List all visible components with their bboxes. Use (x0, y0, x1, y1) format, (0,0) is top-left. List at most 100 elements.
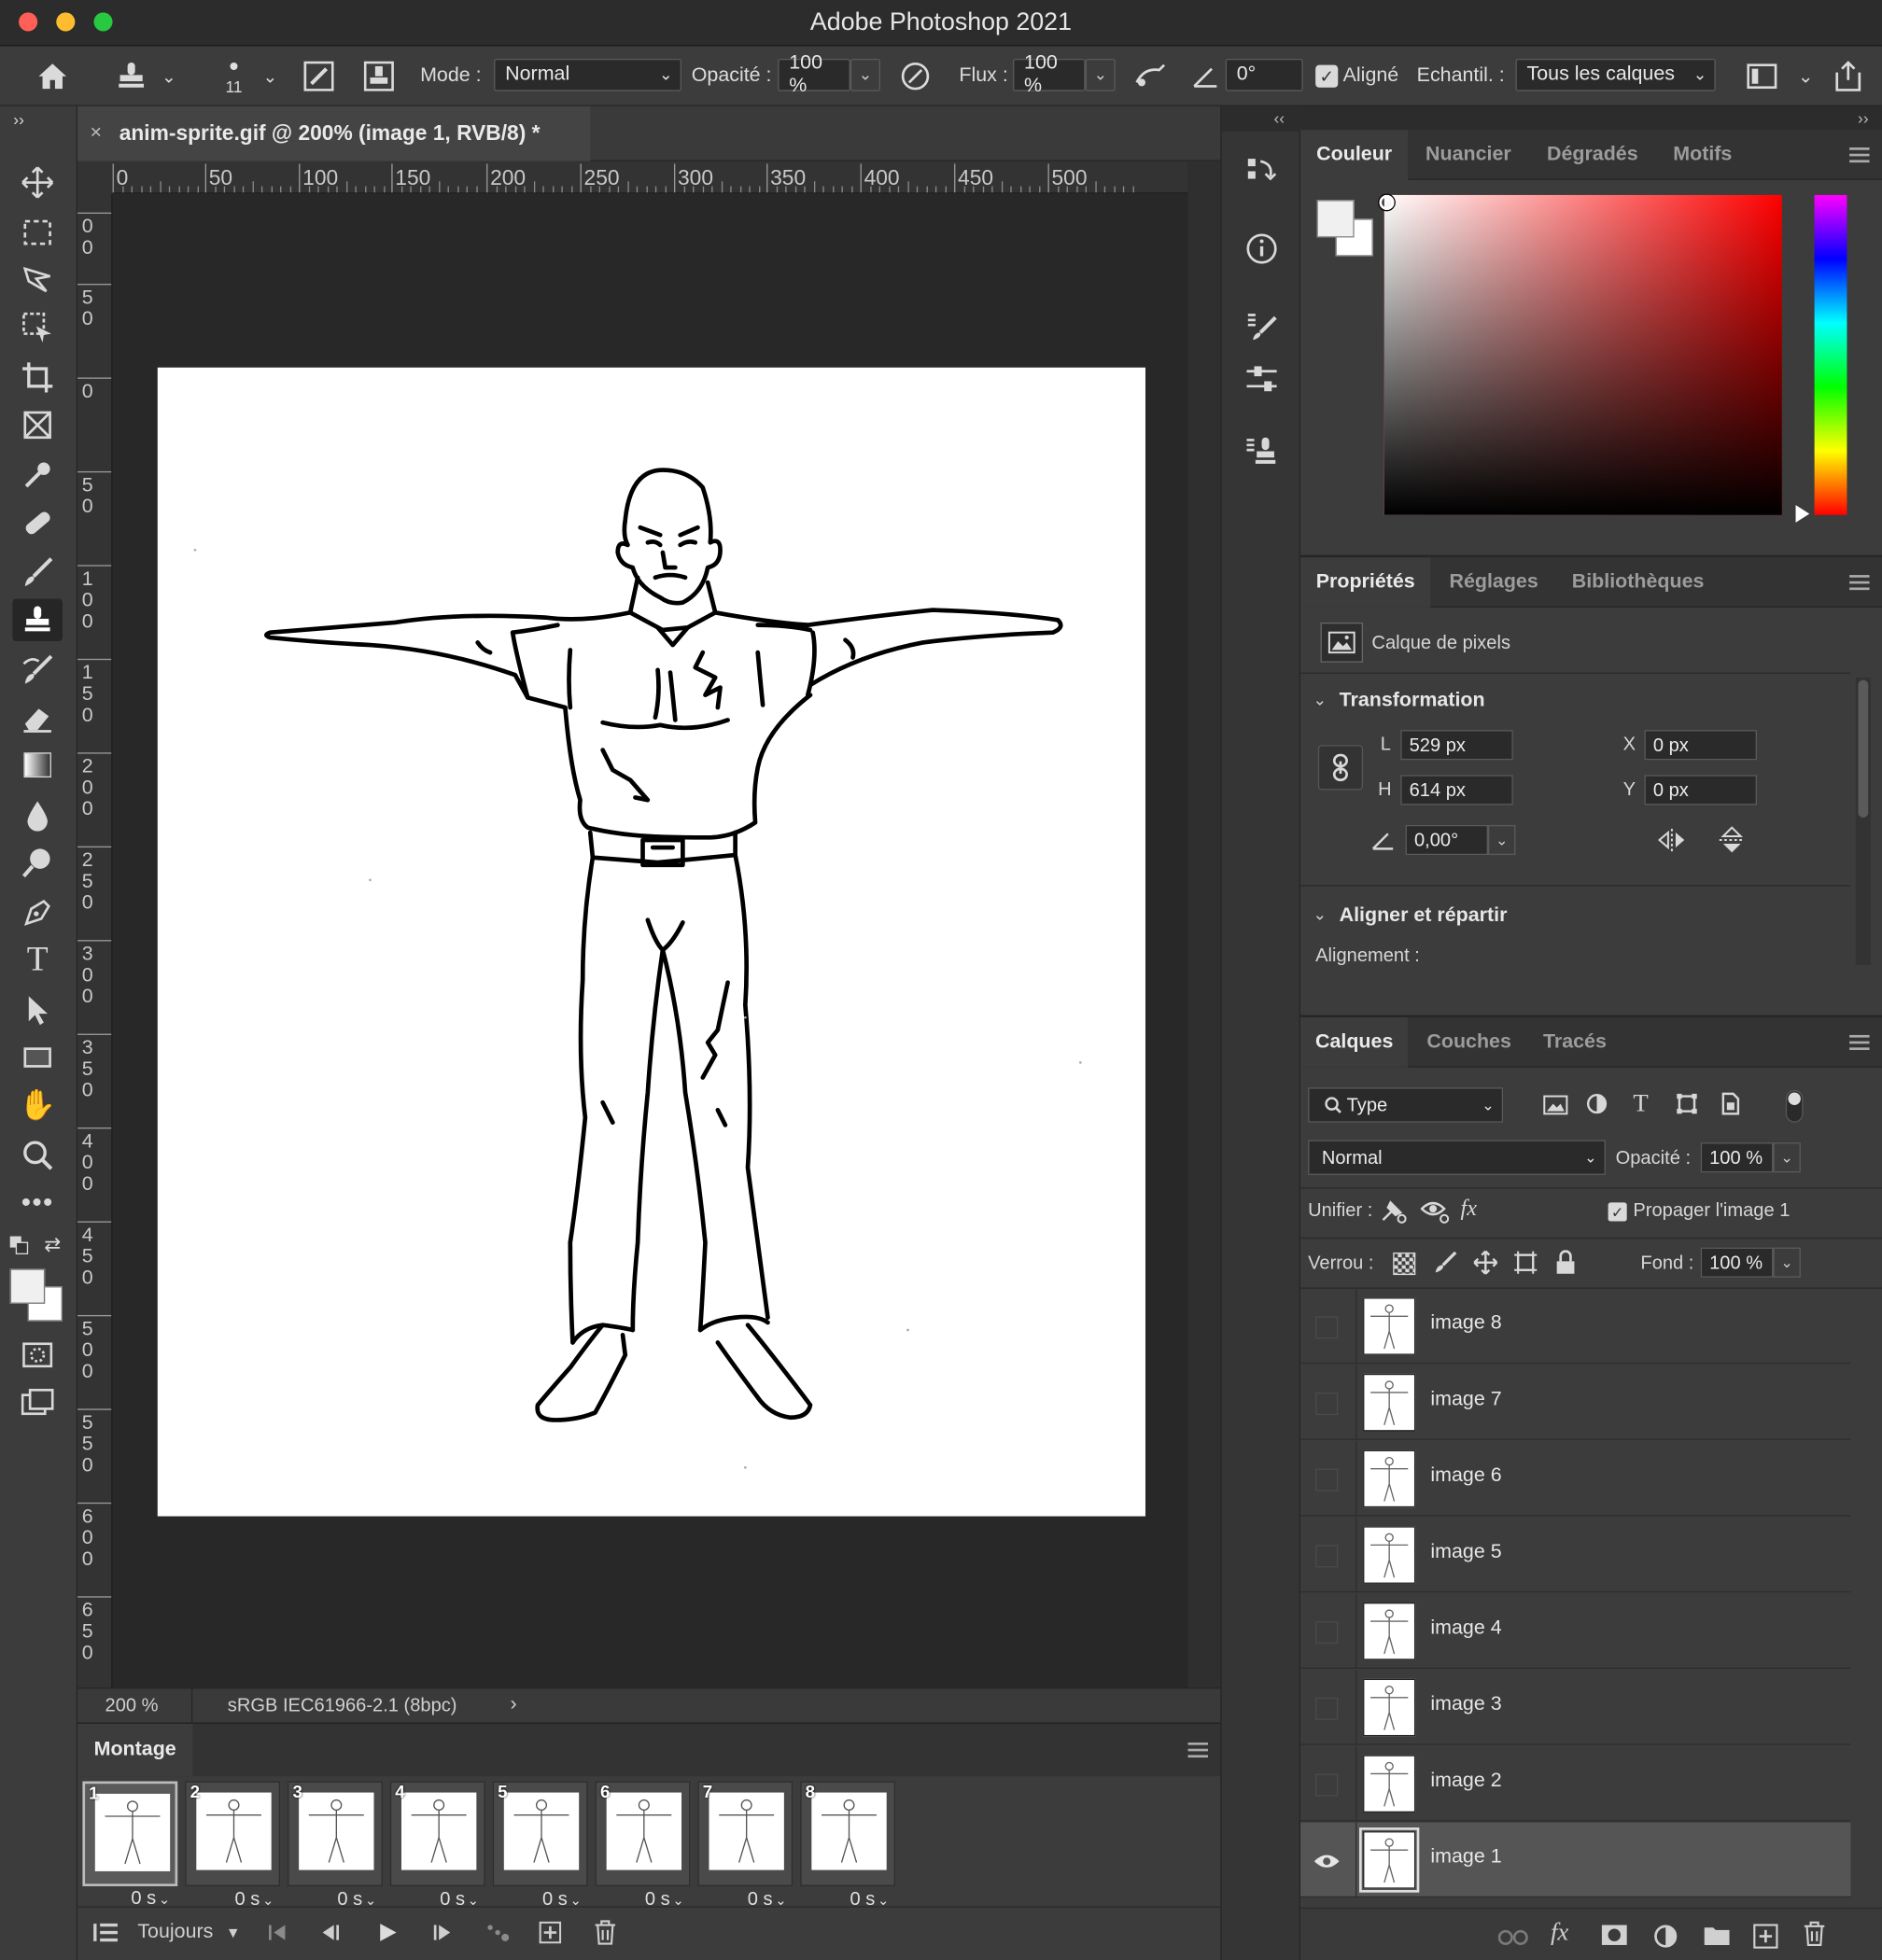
object-selection-tool-icon[interactable] (12, 306, 63, 349)
animation-frame[interactable]: 5 0 s ⌄ (492, 1781, 588, 1910)
add-mask-icon[interactable] (1601, 1924, 1628, 1949)
delete-frame-icon[interactable] (590, 1913, 620, 1951)
gradient-tool-icon[interactable] (12, 744, 63, 787)
info-icon[interactable] (1237, 224, 1287, 274)
x-field[interactable]: 0 px (1644, 730, 1757, 761)
filter-toggle[interactable] (1785, 1089, 1804, 1123)
vertical-scrollbar[interactable] (1187, 161, 1221, 1688)
layer-opacity-field[interactable]: 100 % (1700, 1142, 1774, 1173)
unify-visibility-icon[interactable] (1420, 1197, 1451, 1225)
brush-size-picker[interactable]: 11 (215, 54, 252, 105)
tab-proprietes[interactable]: Propriétés (1300, 557, 1431, 608)
layer-opacity-dropdown[interactable]: ⌄ (1773, 1142, 1801, 1173)
layer-row[interactable]: image 3 (1300, 1670, 1851, 1745)
visibility-toggle[interactable] (1315, 1545, 1339, 1568)
type-tool-icon[interactable]: T (12, 939, 63, 982)
zoom-tool-icon[interactable] (12, 1134, 63, 1177)
visibility-toggle[interactable] (1315, 1697, 1339, 1720)
lock-position-icon[interactable] (1473, 1250, 1498, 1277)
lock-image-icon[interactable] (1433, 1250, 1458, 1277)
layer-row[interactable]: image 1 (1300, 1822, 1851, 1898)
y-field[interactable]: 0 px (1644, 775, 1757, 805)
color-picker-marker[interactable] (1379, 194, 1395, 211)
brush-tool-icon[interactable] (12, 552, 63, 595)
animation-frame[interactable]: 3 0 s ⌄ (288, 1781, 383, 1910)
new-layer-icon[interactable] (1753, 1924, 1780, 1949)
opacity-field[interactable]: 100 % (778, 52, 850, 96)
angle-field[interactable]: 0,00° (1405, 824, 1489, 856)
chevron-down-icon[interactable]: ⌄ (258, 63, 283, 89)
move-tool-icon[interactable] (12, 161, 63, 204)
animation-frame[interactable]: 7 0 s ⌄ (697, 1781, 794, 1910)
hue-slider-handle[interactable] (1795, 505, 1810, 523)
tab-traces[interactable]: Tracés (1543, 1017, 1607, 1068)
new-group-icon[interactable] (1703, 1924, 1730, 1949)
tab-motifs[interactable]: Motifs (1673, 130, 1732, 180)
visibility-toggle[interactable] (1315, 1621, 1339, 1645)
marquee-tool-icon[interactable] (12, 211, 63, 254)
hand-tool-icon[interactable]: ✋ (12, 1084, 63, 1127)
document-canvas[interactable] (157, 367, 1145, 1517)
swap-colors-icon[interactable]: ⇄ (40, 1234, 65, 1256)
tab-nuancier[interactable]: Nuancier (1426, 130, 1511, 180)
path-selection-tool-icon[interactable] (12, 988, 63, 1031)
document-tab[interactable]: × anim-sprite.gif @ 200% (image 1, RVB/8… (77, 105, 591, 161)
eyedropper-tool-icon[interactable] (12, 454, 63, 497)
sample-select[interactable]: Tous les calques ⌄ (1515, 58, 1716, 91)
chevron-down-icon[interactable]: ⌄ (1313, 690, 1327, 709)
properties-scrollbar[interactable] (1855, 677, 1871, 965)
clone-stamp-icon[interactable] (113, 56, 150, 96)
align-section-title[interactable]: Aligner et répartir (1340, 905, 1508, 928)
dodge-tool-icon[interactable] (12, 841, 63, 884)
share-icon[interactable] (1831, 59, 1866, 94)
filter-shape-icon[interactable] (1676, 1093, 1703, 1118)
panel-menu-icon[interactable] (1187, 1742, 1208, 1758)
tween-icon[interactable] (483, 1913, 513, 1951)
ignore-adjustment-icon[interactable] (1746, 62, 1778, 91)
lock-all-icon[interactable] (1555, 1250, 1578, 1277)
history-icon[interactable] (1237, 147, 1287, 197)
home-icon[interactable] (33, 56, 73, 96)
filter-type-icon[interactable]: T (1633, 1090, 1658, 1117)
pressure-opacity-icon[interactable] (895, 59, 935, 94)
height-field[interactable]: 614 px (1400, 775, 1513, 805)
chevron-down-icon[interactable]: ⌄ (1791, 62, 1820, 91)
rectangle-tool-icon[interactable] (12, 1036, 63, 1079)
visibility-toggle[interactable] (1315, 1468, 1339, 1491)
fill-field[interactable]: 100 % (1700, 1247, 1774, 1278)
screen-mode-icon[interactable] (12, 1381, 63, 1424)
propagate-checkbox[interactable]: ✓ (1608, 1202, 1627, 1222)
width-field[interactable]: 529 px (1400, 730, 1513, 761)
hue-slider[interactable] (1814, 194, 1847, 515)
flip-vertical-icon[interactable] (1718, 825, 1745, 855)
expand-icon[interactable]: ›› (7, 109, 30, 129)
loop-select[interactable]: Toujours ▼ (137, 1913, 250, 1951)
animation-frame[interactable]: 1 0 s ⌄ (82, 1781, 178, 1909)
layer-row[interactable]: image 2 (1300, 1746, 1851, 1822)
close-tab-icon[interactable]: × (90, 122, 102, 145)
expand-panels-icon[interactable]: ›› (1850, 106, 1875, 129)
panel-menu-icon[interactable] (1849, 147, 1870, 163)
collapse-dock-icon[interactable]: ‹‹ (1267, 106, 1292, 129)
layer-row[interactable]: image 7 (1300, 1365, 1851, 1440)
visibility-toggle[interactable] (1315, 1392, 1339, 1416)
zoom-level[interactable]: 200 % (105, 1695, 159, 1716)
layer-row[interactable]: image 5 (1300, 1517, 1851, 1593)
convert-timeline-icon[interactable] (90, 1913, 122, 1951)
flow-field[interactable]: 100 % (1012, 52, 1086, 96)
tab-calques[interactable]: Calques (1300, 1017, 1409, 1068)
unify-style-icon[interactable]: fx (1461, 1195, 1494, 1225)
healing-brush-tool-icon[interactable] (12, 501, 63, 544)
visibility-toggle[interactable] (1315, 1316, 1339, 1339)
unify-position-icon[interactable] (1378, 1197, 1408, 1225)
timeline-tab[interactable]: Montage (77, 1723, 193, 1777)
angle-field[interactable]: 0° (1225, 58, 1303, 91)
previous-frame-icon[interactable] (316, 1913, 345, 1951)
pen-tool-icon[interactable] (12, 891, 63, 934)
delete-layer-icon[interactable] (1804, 1921, 1831, 1949)
flip-horizontal-icon[interactable] (1655, 828, 1688, 853)
tab-reglages[interactable]: Réglages (1449, 557, 1538, 608)
blend-mode-select[interactable]: Normal ⌄ (1308, 1140, 1606, 1175)
link-dimensions-icon[interactable] (1317, 745, 1364, 791)
blur-tool-icon[interactable] (12, 793, 63, 836)
